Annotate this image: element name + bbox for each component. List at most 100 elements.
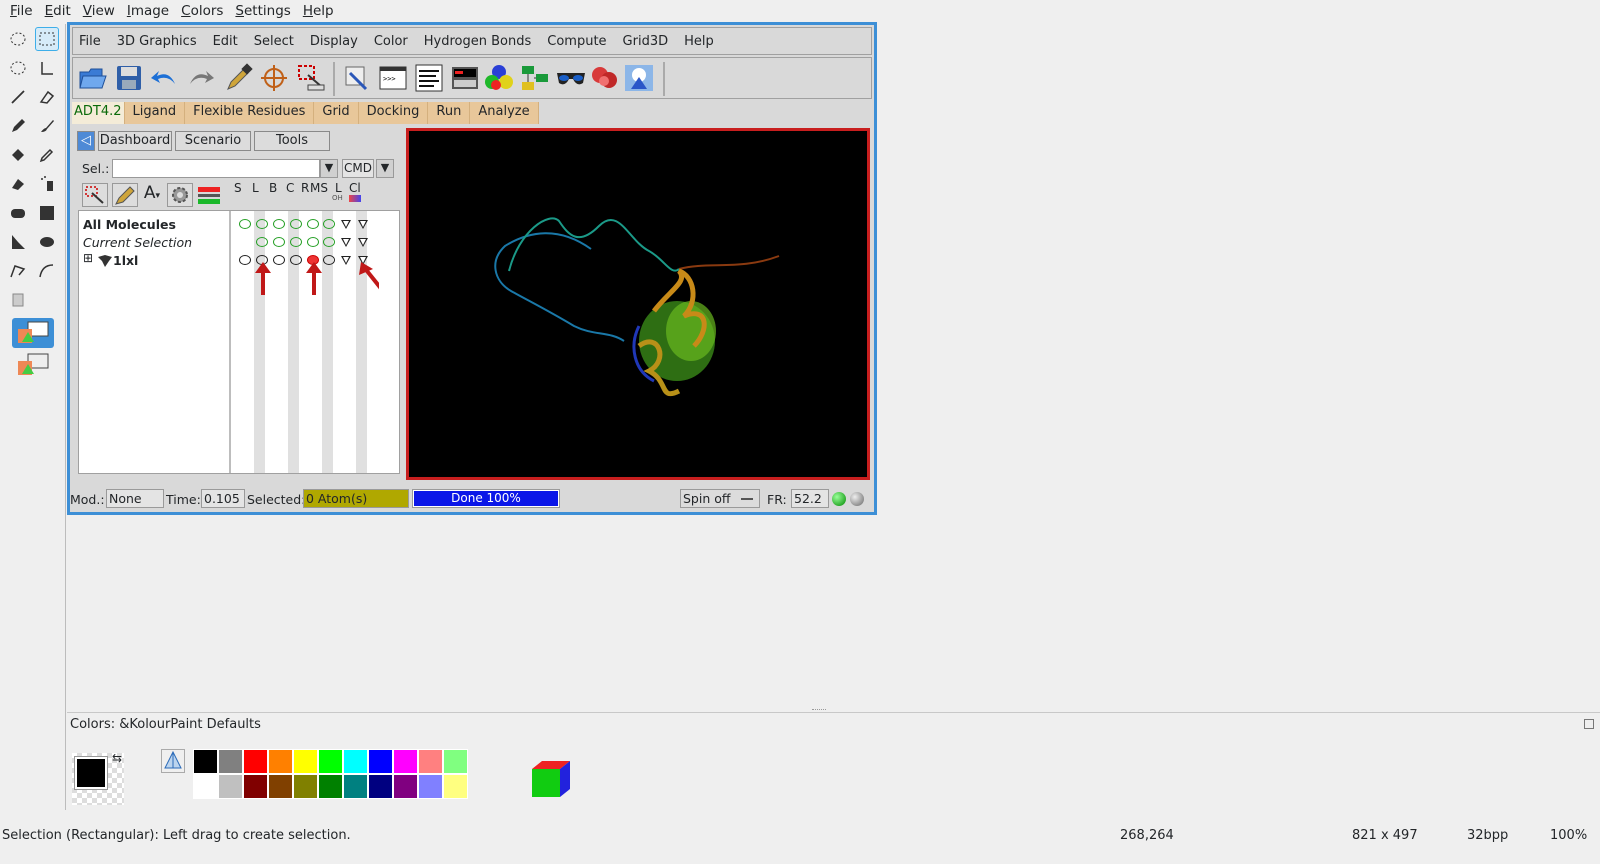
save-icon[interactable] — [113, 62, 145, 94]
all-lines-toggle[interactable] — [256, 219, 268, 229]
text-tool-icon[interactable] — [35, 56, 59, 80]
palette-swatch[interactable] — [368, 749, 393, 774]
polyline-icon[interactable] — [6, 259, 30, 283]
spin-dropdown[interactable]: Spin off — [680, 489, 760, 508]
palette-swatch[interactable] — [293, 774, 318, 799]
spraycan-icon[interactable] — [35, 172, 59, 196]
adt-menu-grid3d[interactable]: Grid3D — [623, 34, 669, 49]
cur-color-dropdown-icon[interactable] — [358, 238, 368, 247]
cur-label-dropdown-icon[interactable] — [341, 238, 351, 247]
palette-swatch[interactable] — [243, 774, 268, 799]
palette-swatch[interactable] — [268, 774, 293, 799]
column-header-c[interactable]: C — [286, 181, 294, 195]
palette-swatch[interactable] — [193, 774, 218, 799]
transparent-selection-icon[interactable] — [12, 350, 54, 380]
color-eraser-icon[interactable] — [6, 172, 30, 196]
column-header-l2[interactable]: L — [335, 181, 342, 195]
all-ms-toggle[interactable] — [323, 219, 335, 229]
selection-input[interactable] — [112, 159, 320, 178]
tab-adt42[interactable]: ADT4.2 — [72, 102, 125, 124]
pick-icon[interactable] — [341, 62, 373, 94]
palette-swatch[interactable] — [368, 774, 393, 799]
brush-icon[interactable] — [35, 114, 59, 138]
adt-menu-select[interactable]: Select — [254, 34, 294, 49]
tab-ligand[interactable]: Ligand — [124, 102, 186, 124]
palette-swatch[interactable] — [343, 774, 368, 799]
eraser-icon[interactable] — [35, 85, 59, 109]
text-lines-icon[interactable] — [413, 62, 445, 94]
color-bars-icon[interactable] — [196, 183, 222, 207]
palette-swatch[interactable] — [268, 749, 293, 774]
column-header-cl[interactable]: Cl — [349, 181, 361, 195]
all-color-dropdown-icon[interactable] — [358, 220, 368, 229]
menu-image[interactable]: Image — [121, 3, 175, 19]
color-picker-icon[interactable] — [35, 143, 59, 167]
cur-lines-toggle[interactable] — [256, 237, 268, 247]
dashboard-tab[interactable]: Dashboard — [98, 131, 172, 151]
palette-swatch[interactable] — [343, 749, 368, 774]
all-cpk-toggle[interactable] — [290, 219, 302, 229]
cmd-dropdown-button[interactable]: ▼ — [376, 159, 394, 178]
palette-swatch[interactable] — [418, 774, 443, 799]
tools-tab[interactable]: Tools — [254, 131, 330, 151]
tab-run[interactable]: Run — [428, 102, 471, 124]
rectangular-selection-icon[interactable] — [35, 27, 59, 51]
tab-flexible-residues[interactable]: Flexible Residues — [185, 102, 315, 124]
ellipse-icon[interactable] — [35, 230, 59, 254]
scenario-tab[interactable]: Scenario — [175, 131, 251, 151]
palette-swatch[interactable] — [418, 749, 443, 774]
cur-ball-toggle[interactable] — [273, 237, 285, 247]
adt-menu-3d-graphics[interactable]: 3D Graphics — [117, 34, 197, 49]
all-show-toggle[interactable] — [239, 219, 251, 229]
tree-expander-icon[interactable]: ⊞ — [83, 251, 93, 265]
label-tool-icon[interactable]: A▾ — [140, 183, 164, 207]
column-header-s[interactable]: S — [234, 181, 242, 195]
menu-settings[interactable]: Settings — [229, 3, 296, 19]
all-ball-toggle[interactable] — [273, 219, 285, 229]
elliptical-selection-icon[interactable] — [6, 56, 30, 80]
open-folder-icon[interactable] — [77, 62, 109, 94]
all-label-dropdown-icon[interactable] — [341, 220, 351, 229]
palette-swatch[interactable] — [218, 774, 243, 799]
line-tool-icon[interactable] — [6, 85, 30, 109]
menu-view[interactable]: View — [77, 3, 121, 19]
pencil-tool-icon[interactable] — [112, 183, 138, 207]
all-ribbon-toggle[interactable] — [307, 219, 319, 229]
palette-swatch[interactable] — [218, 749, 243, 774]
tab-grid[interactable]: Grid — [314, 102, 359, 124]
column-header-r[interactable]: R — [301, 181, 309, 195]
column-header-ms[interactable]: MS — [310, 181, 328, 195]
opaque-selection-icon[interactable] — [12, 318, 54, 348]
tab-analyze[interactable]: Analyze — [470, 102, 539, 124]
menu-help[interactable]: Help — [297, 3, 340, 19]
dock-grip[interactable] — [812, 709, 826, 712]
color-cube-icon[interactable] — [530, 759, 572, 801]
flood-fill-icon[interactable] — [6, 143, 30, 167]
dropper-icon[interactable] — [223, 62, 255, 94]
adt-menu-hydrogen-bonds[interactable]: Hydrogen Bonds — [424, 34, 532, 49]
palette-swatch[interactable] — [293, 749, 318, 774]
menu-colors[interactable]: Colors — [175, 3, 229, 19]
select-red-icon[interactable] — [295, 62, 327, 94]
cur-ribbon-toggle[interactable] — [307, 237, 319, 247]
column-header-b[interactable]: B — [269, 181, 277, 195]
palette-swatch[interactable] — [318, 774, 343, 799]
rounded-rectangle-icon[interactable] — [6, 201, 30, 225]
swap-colors-icon[interactable]: ⇆ — [112, 751, 122, 765]
redo-icon[interactable] — [185, 62, 217, 94]
transparent-color-icon[interactable] — [161, 749, 185, 773]
undo-icon[interactable] — [148, 62, 180, 94]
tree-all-molecules[interactable]: All Molecules — [83, 217, 176, 232]
pmv-logo-icon[interactable] — [623, 62, 655, 94]
adt-menu-edit[interactable]: Edit — [213, 34, 238, 49]
pen-icon[interactable] — [6, 114, 30, 138]
free-form-selection-icon[interactable] — [6, 27, 30, 51]
palette-swatch[interactable] — [243, 749, 268, 774]
dashboard-monitor-icon[interactable] — [449, 62, 481, 94]
python-shell-icon[interactable]: >>> — [377, 62, 409, 94]
collapse-panel-button[interactable]: ◁ — [77, 131, 95, 151]
palette-swatch[interactable] — [193, 749, 218, 774]
palette-swatch[interactable] — [393, 749, 418, 774]
foreground-color[interactable] — [74, 756, 108, 790]
curve-icon[interactable] — [35, 259, 59, 283]
